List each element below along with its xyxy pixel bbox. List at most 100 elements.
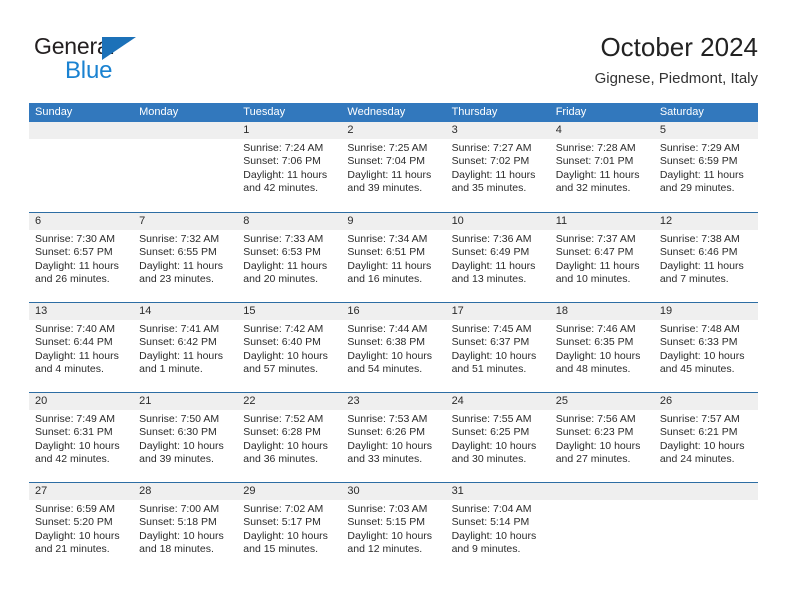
- day-details: Sunrise: 7:00 AM Sunset: 5:18 PM Daylight:…: [133, 500, 237, 557]
- daylight-text: and 42 minutes.: [243, 182, 318, 195]
- sunrise-text: Sunrise: 7:29 AM: [659, 142, 740, 154]
- calendar-empty-cell: [653, 483, 758, 572]
- brand-word-blue: Blue: [65, 57, 113, 84]
- sunset-text: Sunset: 7:06 PM: [243, 155, 321, 168]
- day-number: 15: [237, 303, 342, 320]
- day-details: Sunrise: 7:45 AM Sunset: 6:37 PM Daylight:…: [446, 320, 550, 377]
- sunset-text: Sunset: 5:20 PM: [35, 516, 113, 529]
- sunset-text: Sunset: 6:21 PM: [659, 426, 738, 439]
- daylight-text: Daylight: 11 hours: [243, 259, 328, 272]
- calendar-day-cell[interactable]: 12 Sunrise: 7:38 AM Sunset: 6:46 PM Dayligh…: [653, 213, 758, 302]
- calendar-day-cell[interactable]: 20 Sunrise: 7:49 AM Sunset: 6:31 PM Dayligh…: [29, 393, 134, 482]
- daylight-text: Daylight: 10 hours: [347, 529, 433, 542]
- sunrise-text: Sunrise: 7:04 AM: [451, 503, 532, 515]
- sunset-text: Sunset: 6:59 PM: [659, 155, 738, 168]
- calendar-day-cell[interactable]: 4 Sunrise: 7:28 AM Sunset: 7:01 PM Daylight…: [549, 122, 654, 212]
- calendar-day-cell[interactable]: 23 Sunrise: 7:53 AM Sunset: 6:26 PM Dayligh…: [341, 393, 446, 482]
- calendar-day-cell[interactable]: 30 Sunrise: 7:03 AM Sunset: 5:15 PM Dayligh…: [341, 483, 446, 572]
- day-details: Sunrise: 7:55 AM Sunset: 6:25 PM Daylight:…: [446, 410, 550, 467]
- day-details: Sunrise: 7:29 AM Sunset: 6:59 PM Daylight:…: [654, 139, 758, 196]
- calendar-day-cell[interactable]: 6 Sunrise: 7:30 AM Sunset: 6:57 PM Daylight…: [29, 213, 134, 302]
- sunrise-text: Sunrise: 7:38 AM: [659, 233, 740, 245]
- daylight-text: Daylight: 10 hours: [659, 439, 745, 452]
- daylight-text: Daylight: 10 hours: [659, 349, 745, 362]
- daylight-text: Daylight: 11 hours: [659, 259, 744, 272]
- calendar-day-cell[interactable]: 10 Sunrise: 7:36 AM Sunset: 6:49 PM Dayligh…: [445, 213, 550, 302]
- calendar-day-cell[interactable]: 21 Sunrise: 7:50 AM Sunset: 6:30 PM Dayligh…: [133, 393, 238, 482]
- calendar-day-cell[interactable]: 7 Sunrise: 7:32 AM Sunset: 6:55 PM Daylight…: [133, 213, 238, 302]
- daylight-text: Daylight: 11 hours: [139, 349, 223, 362]
- calendar-day-cell[interactable]: 1 Sunrise: 7:24 AM Sunset: 7:06 PM Daylight…: [237, 122, 342, 212]
- day-details: Sunrise: 7:42 AM Sunset: 6:40 PM Daylight:…: [237, 320, 341, 377]
- calendar-day-cell[interactable]: 18 Sunrise: 7:46 AM Sunset: 6:35 PM Dayligh…: [549, 303, 654, 392]
- sunrise-text: Sunrise: 7:30 AM: [35, 233, 115, 245]
- daylight-text: Daylight: 11 hours: [347, 259, 432, 272]
- sunrise-text: Sunrise: 7:52 AM: [243, 413, 324, 425]
- calendar-day-cell[interactable]: 15 Sunrise: 7:42 AM Sunset: 6:40 PM Dayligh…: [237, 303, 342, 392]
- day-number: 12: [653, 213, 758, 230]
- calendar-week-row: 27 Sunrise: 6:59 AM Sunset: 5:20 PM Dayligh…: [29, 482, 758, 572]
- calendar-day-cell[interactable]: 11 Sunrise: 7:37 AM Sunset: 6:47 PM Dayligh…: [549, 213, 654, 302]
- day-details: Sunrise: 7:53 AM Sunset: 6:26 PM Daylight:…: [341, 410, 445, 467]
- day-details: Sunrise: 7:37 AM Sunset: 6:47 PM Daylight:…: [550, 230, 654, 287]
- sunset-text: Sunset: 6:35 PM: [555, 336, 634, 349]
- daylight-text: Daylight: 11 hours: [35, 259, 119, 272]
- day-number: 22: [237, 393, 342, 410]
- daylight-text: Daylight: 11 hours: [451, 168, 536, 181]
- day-details: Sunrise: 7:32 AM Sunset: 6:55 PM Daylight:…: [133, 230, 237, 287]
- daylight-text: and 27 minutes.: [555, 453, 631, 466]
- weekday-header-row: Sunday Monday Tuesday Wednesday Thursday Frid…: [29, 103, 758, 122]
- day-details: Sunrise: 7:33 AM Sunset: 6:53 PM Daylight:…: [237, 230, 341, 287]
- daylight-text: and 54 minutes.: [347, 363, 423, 376]
- daylight-text: Daylight: 11 hours: [35, 349, 119, 362]
- calendar-day-cell[interactable]: 2 Sunrise: 7:25 AM Sunset: 7:04 PM Daylight…: [341, 122, 446, 212]
- sunrise-text: Sunrise: 7:24 AM: [243, 142, 324, 154]
- daylight-text: Daylight: 11 hours: [555, 259, 640, 272]
- day-details: Sunrise: 7:24 AM Sunset: 7:06 PM Daylight:…: [237, 139, 341, 196]
- calendar-empty-cell: [549, 483, 654, 572]
- sunrise-text: Sunrise: 7:57 AM: [659, 413, 740, 425]
- daylight-text: Daylight: 10 hours: [243, 439, 328, 452]
- calendar-day-cell[interactable]: 13 Sunrise: 7:40 AM Sunset: 6:44 PM Dayligh…: [29, 303, 134, 392]
- calendar-day-cell[interactable]: 16 Sunrise: 7:44 AM Sunset: 6:38 PM Dayligh…: [341, 303, 446, 392]
- day-number: [29, 122, 134, 139]
- calendar-day-cell[interactable]: 27 Sunrise: 6:59 AM Sunset: 5:20 PM Dayligh…: [29, 483, 134, 572]
- sunset-text: Sunset: 6:26 PM: [347, 426, 426, 439]
- sunrise-text: Sunrise: 7:27 AM: [451, 142, 532, 154]
- day-number: 19: [653, 303, 758, 320]
- calendar-day-cell[interactable]: 22 Sunrise: 7:52 AM Sunset: 6:28 PM Dayligh…: [237, 393, 342, 482]
- calendar-day-cell[interactable]: 19 Sunrise: 7:48 AM Sunset: 6:33 PM Dayligh…: [653, 303, 758, 392]
- daylight-text: Daylight: 10 hours: [243, 529, 328, 542]
- calendar-day-cell[interactable]: 9 Sunrise: 7:34 AM Sunset: 6:51 PM Daylight…: [341, 213, 446, 302]
- day-details: Sunrise: 7:44 AM Sunset: 6:38 PM Daylight:…: [341, 320, 445, 377]
- daylight-text: and 1 minute.: [139, 363, 203, 376]
- calendar-day-cell[interactable]: 25 Sunrise: 7:56 AM Sunset: 6:23 PM Dayligh…: [549, 393, 654, 482]
- day-details: Sunrise: 7:27 AM Sunset: 7:02 PM Daylight:…: [446, 139, 550, 196]
- sunrise-text: Sunrise: 7:28 AM: [555, 142, 636, 154]
- calendar-page: General Blue October 2024 Gignese, Piedm…: [0, 0, 792, 612]
- day-details: Sunrise: 7:49 AM Sunset: 6:31 PM Daylight:…: [29, 410, 133, 467]
- calendar-day-cell[interactable]: 29 Sunrise: 7:02 AM Sunset: 5:17 PM Dayligh…: [237, 483, 342, 572]
- calendar-day-cell[interactable]: 17 Sunrise: 7:45 AM Sunset: 6:37 PM Dayligh…: [445, 303, 550, 392]
- calendar-day-cell[interactable]: 8 Sunrise: 7:33 AM Sunset: 6:53 PM Daylight…: [237, 213, 342, 302]
- calendar-day-cell[interactable]: 28 Sunrise: 7:00 AM Sunset: 5:18 PM Dayligh…: [133, 483, 238, 572]
- daylight-text: and 7 minutes.: [659, 273, 729, 286]
- day-number: 20: [29, 393, 134, 410]
- sunset-text: Sunset: 6:33 PM: [659, 336, 738, 349]
- day-details: Sunrise: 7:04 AM Sunset: 5:14 PM Daylight:…: [446, 500, 550, 557]
- calendar-day-cell[interactable]: 14 Sunrise: 7:41 AM Sunset: 6:42 PM Dayligh…: [133, 303, 238, 392]
- day-details: Sunrise: 6:59 AM Sunset: 5:20 PM Daylight:…: [29, 500, 133, 557]
- calendar-day-cell[interactable]: 26 Sunrise: 7:57 AM Sunset: 6:21 PM Dayligh…: [653, 393, 758, 482]
- sunrise-text: Sunrise: 7:40 AM: [35, 323, 115, 335]
- calendar-day-cell[interactable]: 3 Sunrise: 7:27 AM Sunset: 7:02 PM Daylight…: [445, 122, 550, 212]
- weekday-header-monday: Monday: [139, 106, 179, 118]
- calendar-day-cell[interactable]: 31 Sunrise: 7:04 AM Sunset: 5:14 PM Dayligh…: [445, 483, 550, 572]
- day-details: Sunrise: 7:52 AM Sunset: 6:28 PM Daylight:…: [237, 410, 341, 467]
- daylight-text: Daylight: 10 hours: [139, 439, 224, 452]
- calendar-day-cell[interactable]: 24 Sunrise: 7:55 AM Sunset: 6:25 PM Dayligh…: [445, 393, 550, 482]
- sunset-text: Sunset: 7:01 PM: [555, 155, 634, 168]
- sunset-text: Sunset: 6:30 PM: [139, 426, 217, 439]
- daylight-text: and 33 minutes.: [347, 453, 423, 466]
- calendar-day-cell[interactable]: 5 Sunrise: 7:29 AM Sunset: 6:59 PM Daylight…: [653, 122, 758, 212]
- day-details: Sunrise: 7:03 AM Sunset: 5:15 PM Daylight:…: [341, 500, 445, 557]
